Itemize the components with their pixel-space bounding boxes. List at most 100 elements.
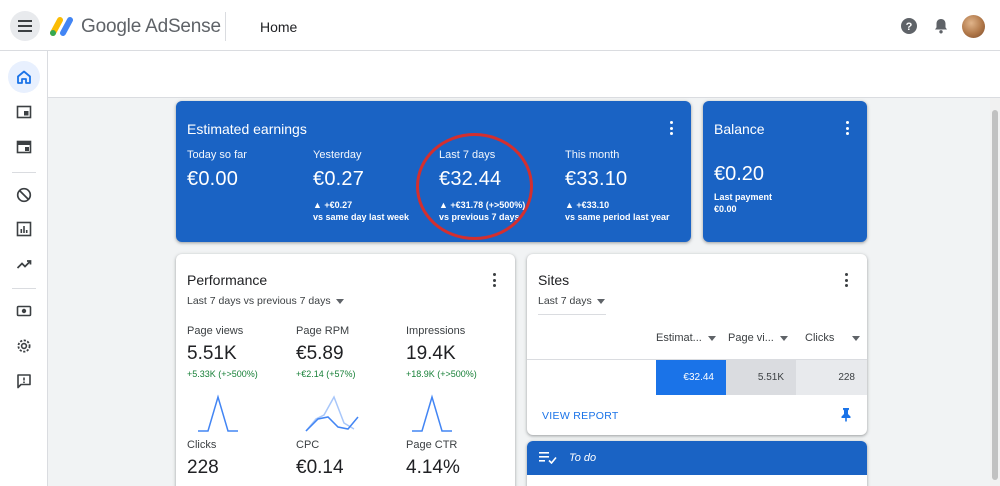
- view-report-link[interactable]: VIEW REPORT: [542, 410, 619, 422]
- hamburger-menu-icon: [18, 20, 32, 32]
- balance-value: €0.20: [714, 163, 765, 185]
- user-avatar[interactable]: [962, 15, 985, 38]
- pin-icon[interactable]: [840, 407, 852, 422]
- todo-card: To do: [527, 441, 867, 486]
- sites-more-options-button[interactable]: [844, 273, 848, 287]
- sites-icon: [16, 140, 32, 154]
- settings-gear-icon: [17, 339, 31, 353]
- sub-header-band: [48, 51, 1000, 98]
- top-app-bar: Google AdSense Home ?: [0, 0, 1000, 51]
- metric-label: Impressions: [406, 325, 466, 337]
- cell-estimated-earnings: €32.44: [656, 360, 726, 395]
- page-title: Home: [260, 19, 298, 35]
- metric-value: 19.4K: [406, 343, 456, 364]
- perf-metric-page-rpm[interactable]: Page RPM €5.89 +€2.14 (+57%): [296, 325, 356, 379]
- svg-text:?: ?: [906, 21, 913, 33]
- nav-blocking-controls[interactable]: [8, 179, 40, 211]
- notifications-bell-icon[interactable]: [932, 17, 950, 35]
- left-navigation-rail: [0, 51, 48, 486]
- column-header-estimated-earnings[interactable]: Estimat...: [656, 332, 716, 344]
- sites-title: Sites: [538, 272, 570, 288]
- metric-comparison: vs same day last week: [313, 212, 410, 222]
- dropdown-arrow-icon: [596, 298, 605, 304]
- earnings-metric-today: Today so far €0.00: [187, 149, 247, 191]
- performance-card: Performance Last 7 days vs previous 7 da…: [176, 254, 515, 486]
- page-views-sparkline: [198, 394, 238, 432]
- metric-label: This month: [565, 149, 620, 161]
- cell-page-views: 5.51K: [726, 360, 796, 395]
- performance-title: Performance: [187, 272, 268, 288]
- sites-date-range-dropdown[interactable]: Last 7 days: [538, 295, 605, 307]
- cell-clicks: 228: [796, 360, 867, 395]
- brand-name: Google AdSense: [81, 16, 221, 37]
- last-payment-label: Last payment: [714, 192, 773, 202]
- scrollbar-thumb[interactable]: [992, 110, 998, 480]
- help-icon[interactable]: ?: [900, 17, 918, 35]
- reports-icon: [16, 221, 32, 237]
- balance-title: Balance: [714, 121, 765, 137]
- column-header-page-views[interactable]: Page vi...: [728, 332, 788, 344]
- nav-reports[interactable]: [8, 213, 40, 245]
- ads-icon: [16, 105, 32, 119]
- metric-value: 5.51K: [187, 343, 237, 364]
- sort-arrow-icon: [852, 335, 861, 341]
- column-header-clicks[interactable]: Clicks: [805, 332, 861, 344]
- earnings-metric-this-month: This month €33.10 ▲ +€33.10 vs same peri…: [565, 149, 670, 222]
- metric-delta: ▲ +€0.27: [313, 200, 353, 210]
- metric-label: Today so far: [187, 149, 247, 161]
- perf-metric-clicks[interactable]: Clicks 228: [187, 439, 219, 479]
- rail-divider: [12, 288, 36, 289]
- metric-label: Clicks: [187, 439, 217, 451]
- nav-settings[interactable]: [8, 330, 40, 362]
- red-circle-annotation: [416, 133, 533, 240]
- page-scrollbar[interactable]: [990, 98, 1000, 486]
- rail-divider: [12, 172, 36, 173]
- nav-feedback[interactable]: [8, 365, 40, 397]
- payments-icon: [16, 305, 32, 317]
- metric-label: CPC: [296, 439, 320, 451]
- date-range-label: Last 7 days vs previous 7 days: [187, 295, 331, 307]
- metric-value: 228: [187, 457, 219, 478]
- perf-metric-page-views[interactable]: Page views 5.51K +5.33K (+>500%): [187, 325, 258, 379]
- performance-more-options-button[interactable]: [492, 273, 496, 287]
- metric-value: €0.27: [313, 168, 365, 190]
- nav-optimization[interactable]: [8, 248, 40, 280]
- nav-ads[interactable]: [8, 96, 40, 128]
- checklist-icon: [539, 452, 557, 464]
- perf-metric-cpc[interactable]: CPC €0.14: [296, 439, 344, 479]
- nav-payments[interactable]: [8, 295, 40, 327]
- perf-metric-page-ctr[interactable]: Page CTR 4.14%: [406, 439, 460, 479]
- impressions-sparkline: [412, 394, 452, 432]
- page-rpm-sparkline: [305, 395, 359, 432]
- metric-delta: ▲ +€33.10: [565, 200, 610, 210]
- dropdown-arrow-icon: [335, 298, 344, 304]
- metric-value: €0.14: [296, 457, 344, 478]
- earnings-metric-yesterday: Yesterday €0.27 ▲ +€0.27 vs same day las…: [313, 149, 409, 222]
- sort-arrow-icon: [779, 335, 788, 341]
- optimization-icon: [16, 260, 32, 269]
- block-icon: [16, 187, 32, 203]
- metric-label: Yesterday: [313, 149, 362, 161]
- performance-date-range-dropdown[interactable]: Last 7 days vs previous 7 days: [187, 295, 344, 307]
- home-icon: [17, 70, 31, 84]
- nav-sites[interactable]: [8, 131, 40, 163]
- metric-value: 4.14%: [406, 457, 460, 478]
- perf-metric-impressions[interactable]: Impressions 19.4K +18.9K (+>500%): [406, 325, 477, 379]
- range-underline: [538, 314, 606, 315]
- column-header-label: Page vi...: [728, 332, 774, 344]
- metric-label: Page views: [187, 325, 244, 337]
- main-menu-button[interactable]: [10, 11, 40, 41]
- earnings-more-options-button[interactable]: [669, 121, 673, 135]
- metric-delta: +€2.14 (+57%): [296, 369, 356, 379]
- header-divider: [225, 12, 226, 41]
- metric-value: €5.89: [296, 343, 344, 364]
- todo-title: To do: [569, 452, 597, 464]
- balance-more-options-button[interactable]: [845, 121, 849, 135]
- estimated-earnings-title: Estimated earnings: [187, 121, 307, 137]
- sites-card: Sites Last 7 days Estimat... Page vi... …: [527, 254, 867, 435]
- adsense-logo-icon: [50, 17, 73, 36]
- metric-comparison: vs same period last year: [565, 212, 670, 222]
- metric-label: Page RPM: [296, 325, 350, 337]
- nav-home[interactable]: [8, 61, 40, 93]
- column-header-label: Estimat...: [656, 332, 702, 344]
